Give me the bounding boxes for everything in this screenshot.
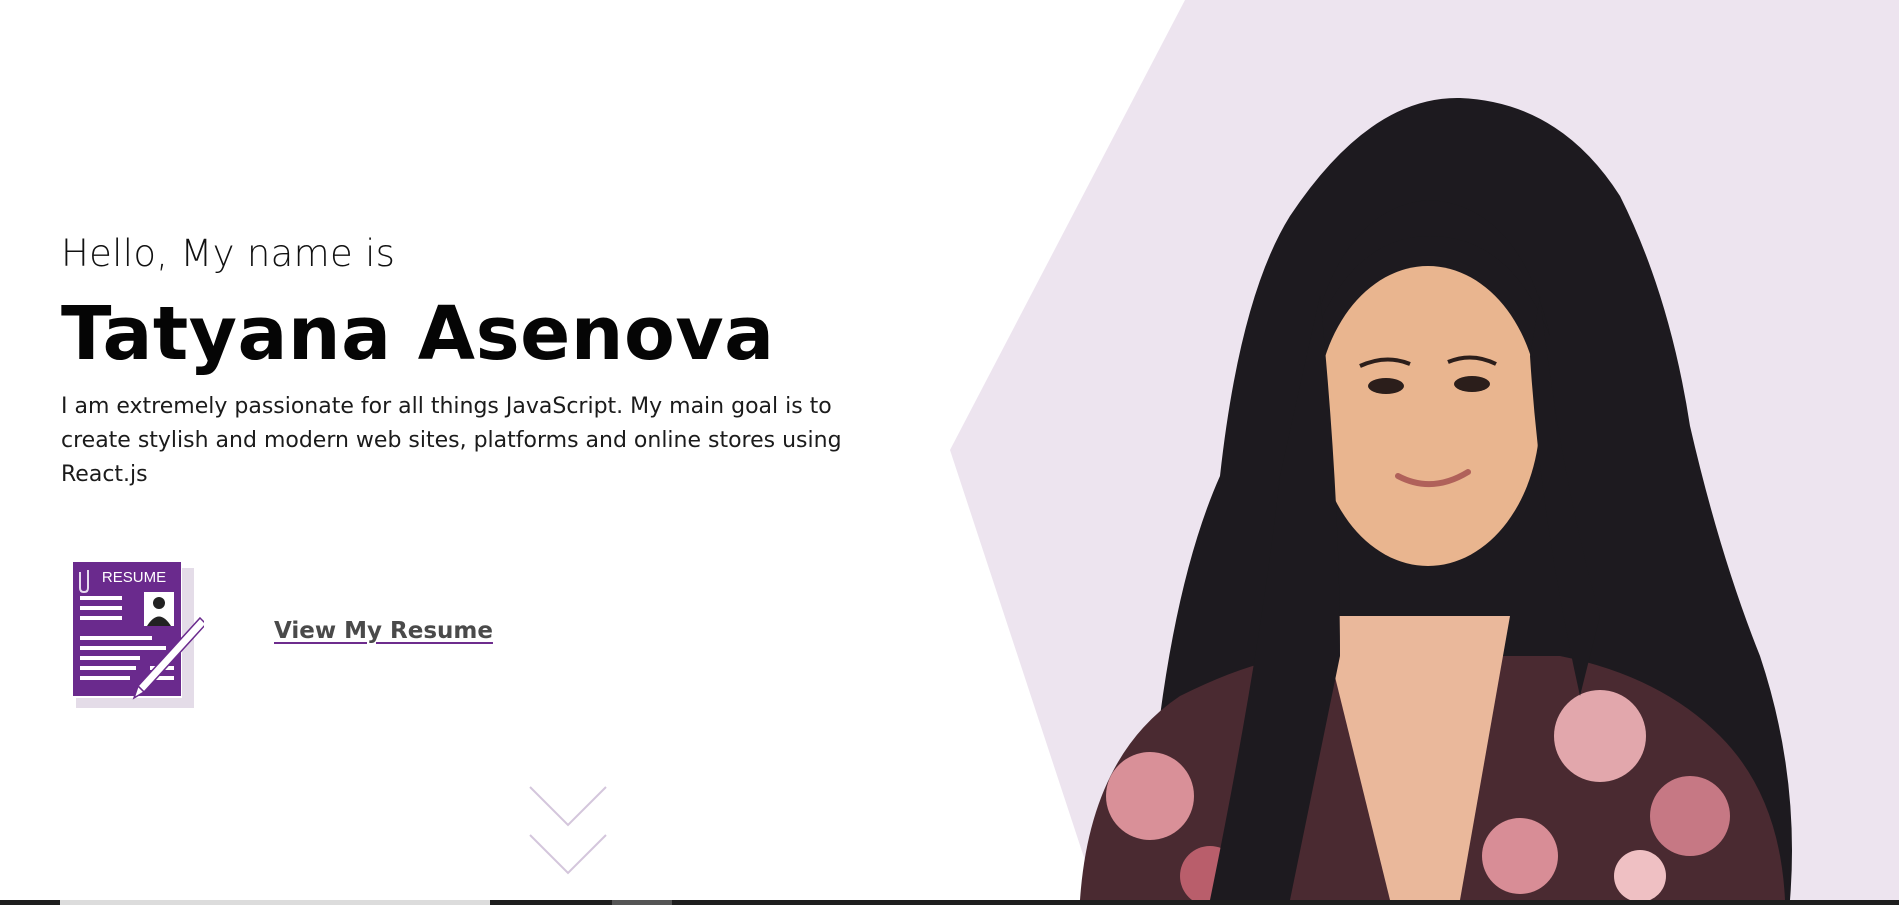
resume-document-icon[interactable]: RESUME (68, 560, 204, 712)
portrait-photo (1080, 97, 1792, 900)
horizontal-scrollbar[interactable] (0, 900, 1899, 905)
intro-block: Hello, My name is Tatyana Asenova I am e… (61, 228, 881, 492)
scrollbar-track-segment (60, 900, 490, 905)
greeting-text: Hello, My name is (61, 232, 396, 275)
hero-name: Tatyana Asenova (61, 291, 775, 377)
scrollbar-thumb[interactable] (612, 900, 672, 905)
double-chevron-down-icon[interactable] (526, 783, 610, 879)
bio-text: I am extremely passionate for all things… (61, 394, 842, 487)
hero-section: Hello, My name is Tatyana Asenova I am e… (0, 0, 1899, 900)
resume-icon-label: RESUME (102, 569, 166, 586)
view-resume-link[interactable]: View My Resume (274, 618, 493, 644)
